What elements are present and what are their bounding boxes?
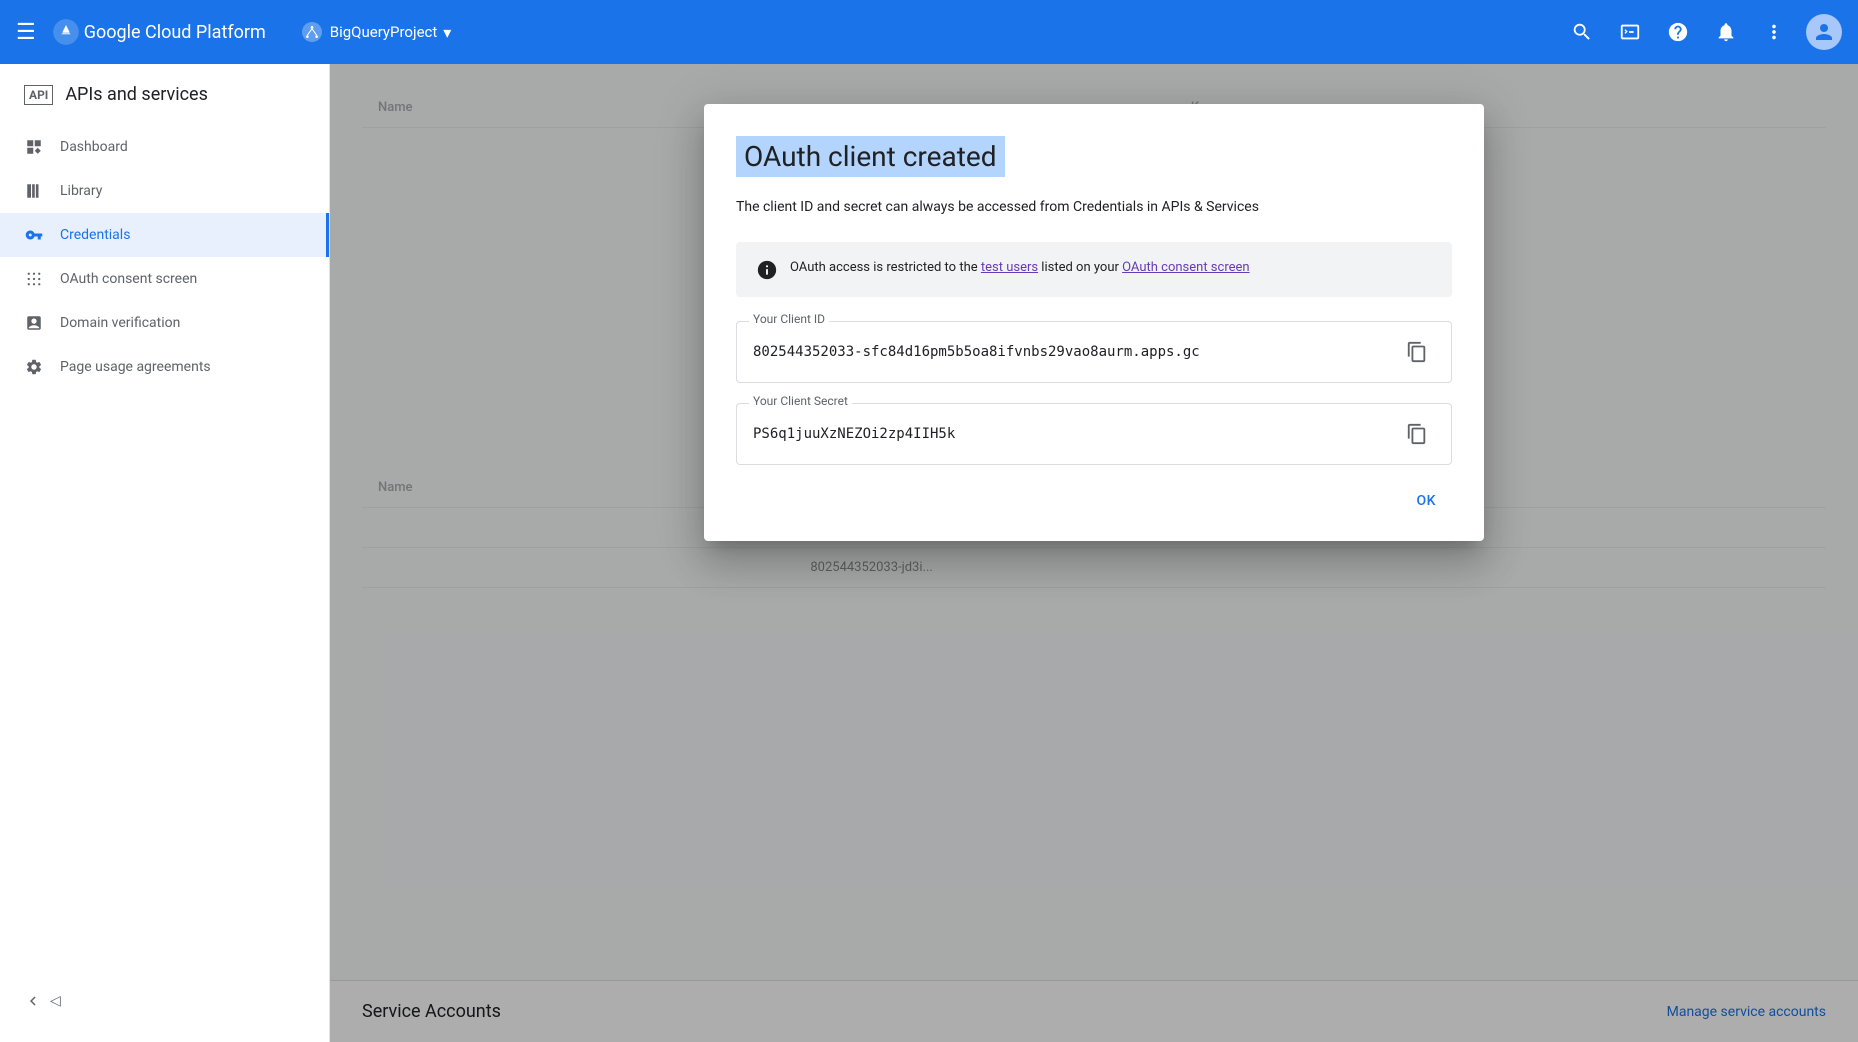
sidebar-item-label: Page usage agreements xyxy=(60,359,211,375)
dialog-subtitle: The client ID and secret can always be a… xyxy=(736,197,1452,218)
info-text-before: OAuth access is restricted to the xyxy=(790,260,981,275)
more-options-button[interactable] xyxy=(1754,12,1794,52)
client-secret-label: Your Client Secret xyxy=(749,394,852,408)
hamburger-menu-icon[interactable]: ☰ xyxy=(16,20,36,45)
sidebar-item-domain-verification[interactable]: Domain verification xyxy=(0,301,329,345)
sidebar: API APIs and services Dashboard Library … xyxy=(0,64,330,1042)
sidebar-collapse-button[interactable]: ◁ xyxy=(0,980,85,1022)
client-id-value: 802544352033-sfc84d16pm5b5oa8ifvnbs29vao… xyxy=(753,344,1200,360)
sidebar-item-label: Domain verification xyxy=(60,315,180,331)
sidebar-item-page-usage[interactable]: Page usage agreements xyxy=(0,345,329,389)
project-chevron-icon: ▾ xyxy=(443,23,451,42)
client-secret-field: Your Client Secret PS6q1juuXzNEZOi2zp4II… xyxy=(736,403,1452,465)
dialog-actions: OK xyxy=(736,485,1452,517)
avatar-icon xyxy=(1812,20,1836,44)
sidebar-item-credentials[interactable]: Credentials xyxy=(0,213,329,257)
notifications-button[interactable] xyxy=(1706,12,1746,52)
nodes-icon xyxy=(304,24,320,40)
oauth-created-dialog: OAuth client created The client ID and s… xyxy=(704,104,1484,541)
help-icon xyxy=(1667,21,1689,43)
nav-actions xyxy=(1562,12,1842,52)
search-icon xyxy=(1571,21,1593,43)
more-vert-icon xyxy=(1763,21,1785,43)
test-users-link[interactable]: test users xyxy=(981,260,1038,275)
copy-icon xyxy=(1406,341,1428,363)
api-badge: API xyxy=(24,85,53,105)
terminal-icon xyxy=(1619,21,1641,43)
content-area: Name Key Name Client ID 802544352033-sfc… xyxy=(330,64,1858,1042)
terminal-button[interactable] xyxy=(1610,12,1650,52)
sidebar-item-label: Dashboard xyxy=(60,139,128,155)
sidebar-item-library[interactable]: Library xyxy=(0,169,329,213)
info-box-text: OAuth access is restricted to the test u… xyxy=(790,258,1250,279)
oauth-consent-icon xyxy=(24,269,44,289)
project-name: BigQueryProject xyxy=(330,23,438,41)
page-usage-icon xyxy=(24,357,44,377)
google-cloud-icon xyxy=(52,18,80,46)
oauth-consent-screen-link[interactable]: OAuth consent screen xyxy=(1122,260,1249,275)
project-icon xyxy=(302,22,322,42)
info-icon xyxy=(756,259,778,281)
sidebar-header: API APIs and services xyxy=(0,72,329,125)
project-selector[interactable]: BigQueryProject ▾ xyxy=(290,16,464,48)
bell-icon xyxy=(1715,21,1737,43)
app-title: Google Cloud Platform xyxy=(84,22,266,43)
top-navigation: ☰ Google Cloud Platform BigQueryProject … xyxy=(0,0,1858,64)
dialog-title: OAuth client created xyxy=(736,136,1005,177)
client-id-content: 802544352033-sfc84d16pm5b5oa8ifvnbs29vao… xyxy=(753,334,1435,370)
user-avatar[interactable] xyxy=(1806,14,1842,50)
sidebar-item-dashboard[interactable]: Dashboard xyxy=(0,125,329,169)
ok-button[interactable]: OK xyxy=(1401,485,1453,517)
client-secret-content: PS6q1juuXzNEZOi2zp4IIH5k xyxy=(753,416,1435,452)
client-id-label: Your Client ID xyxy=(749,312,829,326)
sidebar-item-label: Library xyxy=(60,183,102,199)
main-layout: API APIs and services Dashboard Library … xyxy=(0,64,1858,1042)
collapse-icon xyxy=(24,992,42,1010)
search-button[interactable] xyxy=(1562,12,1602,52)
dashboard-icon xyxy=(24,137,44,157)
client-secret-value: PS6q1juuXzNEZOi2zp4IIH5k xyxy=(753,426,955,442)
sidebar-item-label: OAuth consent screen xyxy=(60,271,197,287)
info-box: OAuth access is restricted to the test u… xyxy=(736,242,1452,297)
sidebar-item-label: Credentials xyxy=(60,227,130,243)
sidebar-title: APIs and services xyxy=(65,84,208,105)
help-button[interactable] xyxy=(1658,12,1698,52)
client-id-field: Your Client ID 802544352033-sfc84d16pm5b… xyxy=(736,321,1452,383)
google-cloud-logo: Google Cloud Platform xyxy=(52,18,266,46)
sidebar-item-oauth-consent[interactable]: OAuth consent screen xyxy=(0,257,329,301)
credentials-icon xyxy=(24,225,44,245)
library-icon xyxy=(24,181,44,201)
copy-client-secret-button[interactable] xyxy=(1399,416,1435,452)
domain-verification-icon xyxy=(24,313,44,333)
modal-overlay: OAuth client created The client ID and s… xyxy=(330,64,1858,1042)
info-text-middle: listed on your xyxy=(1038,260,1122,275)
collapse-label: ◁ xyxy=(50,993,61,1009)
copy-icon xyxy=(1406,423,1428,445)
copy-client-id-button[interactable] xyxy=(1399,334,1435,370)
